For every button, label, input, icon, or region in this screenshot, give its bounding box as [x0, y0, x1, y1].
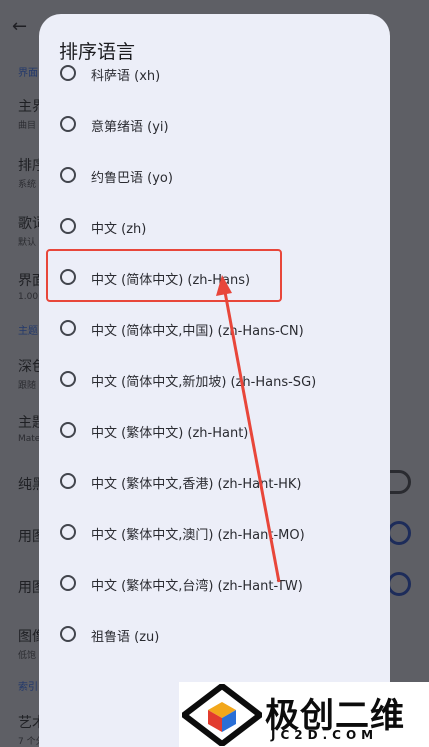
watermark: 极创二维 JC2D.COM	[179, 682, 429, 747]
arrow-shaft	[223, 291, 281, 583]
arrow-head	[216, 275, 232, 296]
logo-icon	[182, 684, 262, 746]
watermark-url: JC2D.COM	[271, 728, 379, 742]
annotation-arrow-icon	[216, 275, 281, 583]
